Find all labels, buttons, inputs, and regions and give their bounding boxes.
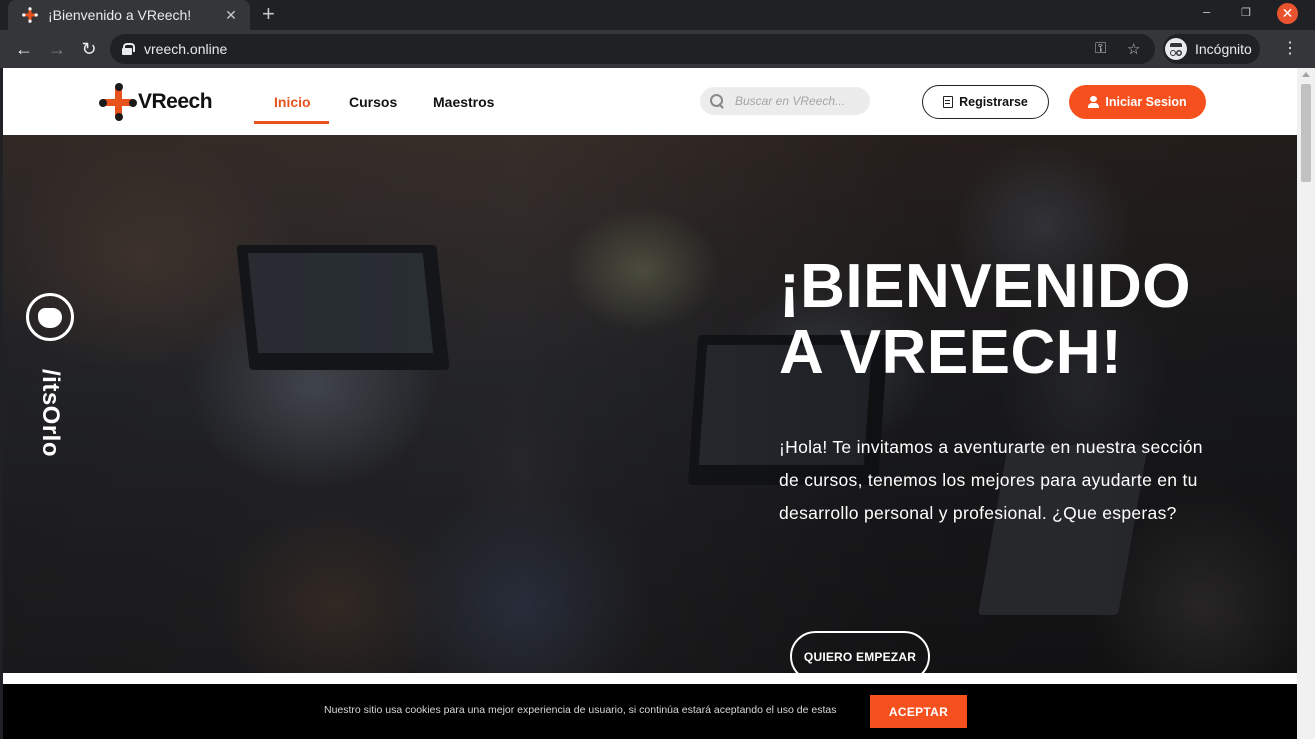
- site-logo[interactable]: VReech: [99, 83, 213, 121]
- document-icon: [943, 96, 954, 108]
- reload-icon[interactable]: ↻: [77, 37, 101, 61]
- hero-overlay: [3, 135, 1297, 673]
- hero-section: /itsOrlo ¡BIENVENIDO A VREECH! ¡Hola! Te…: [3, 135, 1297, 673]
- watermark-text: /itsOrlo: [37, 368, 64, 458]
- restore-icon[interactable]: ❐: [1241, 6, 1251, 19]
- tab-title: ¡Bienvenido a VReech!: [48, 7, 192, 23]
- logo-mark-icon: [99, 83, 137, 121]
- nav-cursos[interactable]: Cursos: [349, 94, 397, 110]
- window-close-icon[interactable]: ✕: [1277, 3, 1298, 24]
- back-icon[interactable]: ←: [12, 37, 36, 61]
- url-text[interactable]: vreech.online: [144, 41, 227, 57]
- browser-tab[interactable]: ¡Bienvenido a VReech! ✕: [8, 0, 250, 30]
- watermark-logo: /itsOrlo: [23, 293, 77, 457]
- site-header: VReech Inicio Cursos Maestros Registrars…: [3, 68, 1297, 135]
- new-tab-button[interactable]: +: [262, 3, 275, 25]
- start-now-button[interactable]: QUIERO EMPEZAR: [790, 631, 930, 673]
- page-viewport: VReech Inicio Cursos Maestros Registrars…: [3, 68, 1297, 739]
- cookie-message: Nuestro sitio usa cookies para una mejor…: [324, 704, 837, 716]
- nav-maestros[interactable]: Maestros: [433, 94, 494, 110]
- incognito-icon: [1165, 38, 1187, 60]
- lock-icon[interactable]: [122, 43, 135, 55]
- bookmark-star-icon[interactable]: ☆: [1127, 40, 1140, 58]
- tab-close-icon[interactable]: ✕: [222, 7, 240, 24]
- scrollbar-thumb[interactable]: [1301, 84, 1311, 182]
- vreech-favicon-icon: [22, 7, 38, 23]
- search-icon: [710, 94, 724, 108]
- register-label: Registrarse: [959, 95, 1028, 109]
- login-button[interactable]: Iniciar Sesion: [1069, 85, 1206, 119]
- cookie-banner: Nuestro sitio usa cookies para una mejor…: [3, 684, 1297, 739]
- scroll-up-arrow-icon[interactable]: [1302, 72, 1310, 77]
- search-box[interactable]: [700, 87, 870, 115]
- minimize-icon[interactable]: –: [1203, 4, 1210, 19]
- search-input[interactable]: [735, 94, 865, 108]
- incognito-label: Incógnito: [1195, 41, 1252, 57]
- hero-description: ¡Hola! Te invitamos a aventurarte en nue…: [779, 437, 1203, 523]
- user-icon: [1088, 96, 1100, 108]
- key-icon[interactable]: ⚿: [1095, 40, 1106, 57]
- page-scrollbar[interactable]: [1297, 68, 1315, 739]
- nav-active-indicator: [254, 121, 329, 124]
- forward-icon[interactable]: →: [45, 37, 69, 61]
- logo-text: VReech: [138, 90, 213, 113]
- login-label: Iniciar Sesion: [1105, 95, 1187, 109]
- incognito-profile-button[interactable]: Incógnito: [1163, 34, 1260, 64]
- register-button[interactable]: Registrarse: [922, 85, 1049, 119]
- hero-title: ¡BIENVENIDO A VREECH!: [779, 252, 1191, 387]
- accept-cookies-button[interactable]: ACEPTAR: [870, 695, 967, 728]
- browser-toolbar: ← → ↻ vreech.online ⚿ ☆ Incógnito ⋮: [0, 30, 1315, 68]
- nav-inicio[interactable]: Inicio: [274, 94, 311, 110]
- browser-menu-icon[interactable]: ⋮: [1282, 38, 1298, 58]
- watermark-icon: [26, 293, 74, 341]
- browser-tabstrip: ¡Bienvenido a VReech! ✕ + – ❐ ✕: [0, 0, 1315, 30]
- address-bar[interactable]: vreech.online ⚿ ☆: [110, 34, 1155, 64]
